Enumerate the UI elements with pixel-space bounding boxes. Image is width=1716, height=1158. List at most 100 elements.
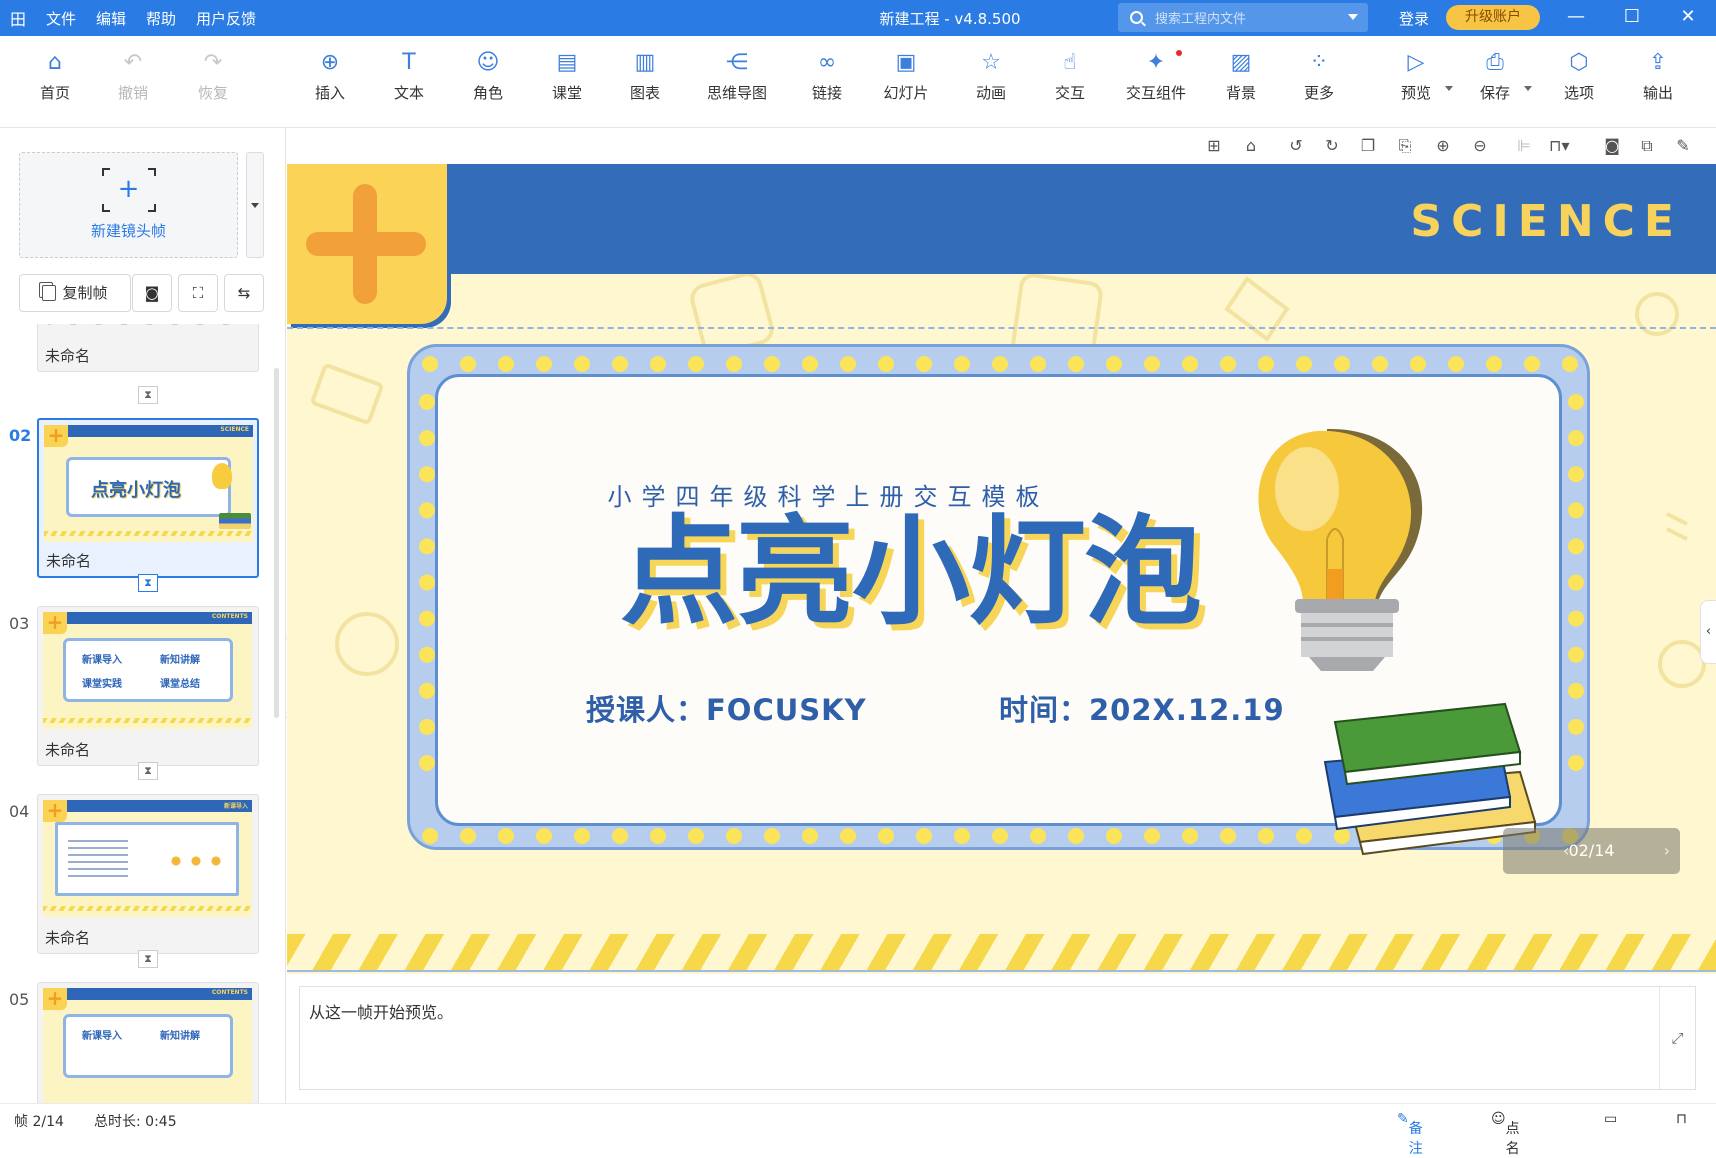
search-input[interactable]: 搜索工程内文件 — [1118, 3, 1368, 32]
ruler-icon[interactable]: ⊞ — [1204, 136, 1224, 156]
frame-item-01[interactable]: 未命名 — [37, 324, 259, 372]
expand-notes-icon[interactable]: ⤢ — [1659, 987, 1695, 1089]
slide-canvas[interactable]: SCIENCE 小学四年级科学上册交互模板 点亮小灯泡 授课人：FOCUSKY … — [287, 164, 1716, 974]
menu-help[interactable]: 帮助 — [136, 8, 186, 29]
interaction-button[interactable]: ☝ 交互 — [1035, 50, 1105, 103]
frame-settings-icon[interactable]: ⧉ — [1637, 136, 1657, 156]
login-button[interactable]: 登录 — [1399, 8, 1429, 29]
save-button[interactable]: ⎙ 保存 — [1460, 50, 1532, 103]
next-frame-icon[interactable]: › — [1664, 828, 1670, 874]
interactive-widget-button[interactable]: ✦ 交互组件 — [1114, 50, 1198, 103]
snapshot-button[interactable]: ◙ — [132, 274, 172, 312]
lock-icon[interactable]: ⊓▾ — [1549, 136, 1570, 156]
zoom-out-icon[interactable]: ⊖ — [1470, 136, 1490, 156]
rotate-left-icon[interactable]: ↺ — [1286, 136, 1306, 156]
options-icon: ⬡ — [1569, 50, 1589, 75]
slide-navigator[interactable]: ‹ 02/14 › — [1503, 828, 1680, 874]
redo-button[interactable]: ↷ 恢复 — [178, 50, 248, 103]
rotate-right-icon[interactable]: ↻ — [1322, 136, 1342, 156]
options-button[interactable]: ⬡ 选项 — [1544, 50, 1614, 103]
menu-file[interactable]: 文件 — [36, 8, 86, 29]
transition-icon[interactable]: ⧗ — [138, 574, 158, 592]
classroom-icon: ▤ — [556, 50, 578, 75]
screen-icon[interactable]: ▭ — [1604, 1111, 1617, 1127]
frame-list[interactable]: 未命名 ⧗ 02 SCIENCE + 点亮小灯泡 未命名 ⧗ 03 CONTEN… — [0, 324, 286, 1103]
paste-icon[interactable]: ⎘ — [1395, 136, 1415, 156]
thumb-box — [55, 822, 239, 896]
screenshot-icon[interactable]: ◙ — [1602, 136, 1622, 156]
redo-label: 恢复 — [197, 84, 228, 102]
copy-frame-button[interactable]: 复制帧 — [19, 274, 131, 312]
text-button[interactable]: T 文本 — [374, 50, 444, 103]
frame-list-scrollbar[interactable] — [274, 368, 279, 718]
link-button[interactable]: ∞ 链接 — [792, 50, 862, 103]
search-placeholder: 搜索工程内文件 — [1155, 12, 1247, 27]
preview-button[interactable]: ▷ 预览 — [1381, 50, 1453, 103]
background-label: 背景 — [1225, 84, 1256, 102]
frame-thumbnail: 新课导入 + — [43, 800, 252, 917]
frame-name: 未命名 — [45, 347, 91, 365]
preview-dropdown-icon[interactable] — [1445, 86, 1453, 91]
undo-button[interactable]: ↶ 撤销 — [98, 50, 168, 103]
frame-item-02[interactable]: SCIENCE + 点亮小灯泡 未命名 — [37, 418, 259, 578]
frame-name: 未命名 — [45, 929, 91, 947]
copy-icon[interactable]: ❐ — [1358, 136, 1378, 156]
prev-frame-icon[interactable]: ‹ — [1563, 828, 1569, 874]
thumb-title: 点亮小灯泡 — [91, 480, 181, 501]
new-frame-dropdown[interactable] — [246, 152, 264, 258]
home-view-icon[interactable]: ⌂ — [1241, 136, 1261, 156]
minimize-icon[interactable]: — — [1548, 0, 1604, 36]
thumb-theme: CONTENTS — [211, 989, 248, 996]
unlock-icon[interactable]: ⊓ — [1676, 1111, 1687, 1127]
search-dropdown-icon[interactable] — [1348, 14, 1358, 20]
app-logo-icon: 田 — [9, 10, 26, 29]
marquee-dot — [954, 828, 970, 844]
save-dropdown-icon[interactable] — [1524, 86, 1532, 91]
frame-item-05[interactable]: CONTENTS + 新课导入 新知讲解 — [37, 982, 259, 1103]
role-button[interactable]: ☺ 角色 — [453, 50, 523, 103]
transition-icon[interactable]: ⧗ — [138, 386, 158, 404]
edit-icon[interactable]: ✎ — [1673, 136, 1693, 156]
insert-button[interactable]: ⊕ 插入 — [295, 50, 365, 103]
new-frame-button[interactable]: + 新建镜头帧 — [19, 152, 238, 258]
animation-button[interactable]: ☆ 动画 — [956, 50, 1026, 103]
collapse-right-panel-button[interactable]: ‹ — [1700, 600, 1716, 664]
role-label: 角色 — [472, 84, 503, 102]
marquee-dot — [1372, 356, 1388, 372]
frame-item-03[interactable]: CONTENTS + 新课导入 新知讲解 课堂实践 课堂总结 未命名 — [37, 606, 259, 766]
frame-notes-editor[interactable]: 从这一帧开始预览。 ⤢ — [299, 986, 1696, 1090]
upgrade-button[interactable]: 升级账户 — [1446, 5, 1540, 30]
marquee-dot — [916, 828, 932, 844]
transition-icon[interactable]: ⧗ — [138, 762, 158, 780]
menu-feedback[interactable]: 用户反馈 — [186, 8, 266, 29]
chart-button[interactable]: ▥ 图表 — [610, 50, 680, 103]
home-button[interactable]: ⌂ 首页 — [20, 50, 90, 103]
export-button[interactable]: ⇪ 输出 — [1623, 50, 1693, 103]
maximize-icon[interactable]: ☐ — [1604, 0, 1660, 36]
zoom-in-icon[interactable]: ⊕ — [1433, 136, 1453, 156]
fit-frame-button[interactable]: ⛶ — [178, 274, 218, 312]
marquee-dot — [1568, 646, 1584, 663]
rollcall-button[interactable]: ☺ 点名 — [1491, 1111, 1520, 1157]
notes-text[interactable]: 从这一帧开始预览。 — [309, 999, 453, 1023]
transition-icon[interactable]: ⧗ — [138, 950, 158, 968]
classroom-button[interactable]: ▤ 课堂 — [532, 50, 602, 103]
frame-item-04[interactable]: 新课导入 + 未命名 — [37, 794, 259, 954]
thumb-item: 课堂实践 — [82, 679, 122, 690]
background-button[interactable]: ▨ 背景 — [1206, 50, 1276, 103]
marquee-dot — [1144, 356, 1160, 372]
marquee-dot — [419, 682, 435, 699]
more-button[interactable]: ⁘ 更多 — [1284, 50, 1354, 103]
marquee-dot — [1568, 430, 1584, 447]
slide-button[interactable]: ▣ 幻灯片 — [871, 50, 941, 103]
marquee-dot — [574, 356, 590, 372]
mindmap-button[interactable]: ⋲ 思维导图 — [693, 50, 781, 103]
reorder-button[interactable]: ⇆ — [224, 274, 264, 312]
title-bar: 田 文件 编辑 帮助 用户反馈 新建工程 - v4.8.500 搜索工程内文件 … — [0, 0, 1716, 36]
align-icon[interactable]: ⊫ — [1514, 136, 1534, 156]
marquee-dot — [612, 356, 628, 372]
close-icon[interactable]: ✕ — [1660, 0, 1716, 36]
home-icon: ⌂ — [48, 50, 62, 75]
menu-edit[interactable]: 编辑 — [86, 8, 136, 29]
notes-toggle-button[interactable]: ✎ 备注 — [1397, 1111, 1423, 1157]
